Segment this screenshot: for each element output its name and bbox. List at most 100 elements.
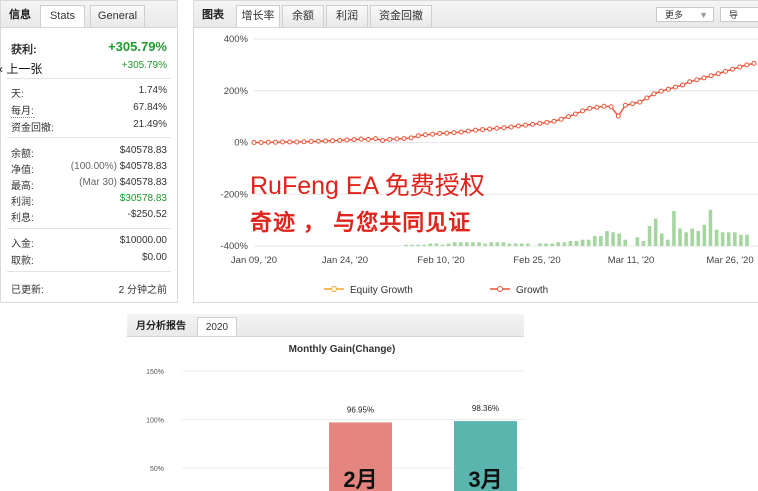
drawdown-bar <box>684 232 688 246</box>
drawdown-bar <box>483 243 487 246</box>
growth-point <box>394 136 400 142</box>
drawdown-bar <box>465 242 469 246</box>
growth-point <box>687 79 693 85</box>
growth-point <box>630 101 636 107</box>
growth-point <box>258 140 264 145</box>
growth-point <box>494 125 500 131</box>
growth-point <box>465 128 471 134</box>
stats-tabbar: 信息 Stats General <box>1 1 177 28</box>
growth-point <box>744 62 750 68</box>
tab-year-2020[interactable]: 2020 <box>197 317 237 336</box>
drawdown-bar <box>605 231 609 246</box>
legend-growth-marker <box>497 286 503 292</box>
drawdown-bar <box>623 239 628 246</box>
growth-point <box>701 75 707 81</box>
stat-row: 每月: 67.84% <box>1 102 179 118</box>
drawdown-bar <box>726 232 731 246</box>
stat-label: 每月: <box>11 102 34 118</box>
growth-point <box>694 77 700 83</box>
growth-point <box>301 139 307 145</box>
growth-point <box>415 133 421 139</box>
drawdown-bar <box>513 243 518 246</box>
growth-point <box>408 135 414 141</box>
high-label: 最高: <box>11 181 34 192</box>
growth-point <box>372 136 378 142</box>
drawdown-bar <box>501 242 506 246</box>
equity-label: 净值: <box>11 165 34 176</box>
bar-category-label: 2月 <box>343 467 377 491</box>
growth-point <box>580 108 586 114</box>
watermark-text-line2: 奇迹 ， 与您共同见证 <box>250 210 472 235</box>
growth-point <box>451 130 457 136</box>
interest-label: 利息: <box>11 213 34 224</box>
growth-point <box>358 136 364 142</box>
growth-point <box>330 138 336 144</box>
legend-equity-label[interactable]: Equity Growth <box>350 285 413 296</box>
withdrawal-label: 取款: <box>11 256 34 267</box>
profit-value: +305.79% <box>108 39 167 54</box>
equity-value: $40578.83 <box>119 161 167 172</box>
divider <box>7 137 171 138</box>
updated-value: 2 分钟之前 <box>118 285 167 296</box>
drawdown-bar <box>641 241 646 246</box>
growth-point <box>737 64 743 70</box>
tab-general[interactable]: General <box>90 5 145 27</box>
prev-link[interactable]: ‹ 上一张 <box>0 60 42 77</box>
drawdown-bar <box>617 233 621 246</box>
drawdown-bar <box>580 239 585 246</box>
drawdown-bar <box>404 244 408 246</box>
monthly-tabbar: 月分析报告 2020 <box>127 314 524 337</box>
growth-point <box>422 132 428 138</box>
y-tick-label: 200% <box>224 86 249 97</box>
y-tick-label: -400% <box>221 241 249 252</box>
drawdown-bar <box>446 243 451 246</box>
bar-value-label: 98.36% <box>472 404 499 413</box>
tab-info[interactable]: 信息 <box>5 5 35 27</box>
stat-label: 天: <box>11 89 24 100</box>
drawdown-bar <box>440 244 445 246</box>
growth-point <box>658 88 664 94</box>
stats-panel: 信息 Stats General 获利: +305.79% ‹ 上一张 +305… <box>0 0 178 303</box>
high-row: 最高: (Mar 30) $40578.83 <box>1 177 179 192</box>
high-note: (Mar 30) <box>79 177 117 188</box>
monthly-title: 月分析报告 <box>136 321 186 332</box>
stat-row: 资金回撤: 21.49% <box>1 119 179 134</box>
drawdown-bar <box>586 239 591 246</box>
growth-point <box>608 104 614 110</box>
profit-label: 获利: <box>11 44 37 56</box>
drawdown-bar <box>702 224 707 246</box>
drawdown-bar <box>647 226 652 246</box>
legend-equity-marker <box>331 286 337 292</box>
growth-point <box>680 82 686 88</box>
growth-point <box>380 137 386 143</box>
growth-point <box>508 124 514 130</box>
growth-point <box>730 66 736 72</box>
divider <box>7 271 171 272</box>
legend-growth-label[interactable]: Growth <box>516 285 548 296</box>
growth-point <box>544 119 550 125</box>
growth-point <box>322 138 328 144</box>
growth-point <box>501 125 507 131</box>
drawdown-bar <box>562 242 567 246</box>
y-tick-label: 400% <box>224 34 249 45</box>
growth-point <box>251 140 257 145</box>
growth-point <box>522 122 528 128</box>
growth-point <box>651 91 657 97</box>
growth-point <box>272 139 278 145</box>
growth-point <box>565 114 571 120</box>
drawdown-bar <box>733 232 737 246</box>
profit-amount-row: 利润: $30578.83 <box>1 193 179 208</box>
growth-point <box>715 71 721 77</box>
growth-point <box>344 137 350 143</box>
growth-point <box>672 84 678 90</box>
growth-point <box>551 118 557 124</box>
withdrawal-row: 取款: $0.00 <box>1 252 179 267</box>
drawdown-bar <box>690 228 694 246</box>
tab-stats[interactable]: Stats <box>40 5 85 27</box>
y-tick-label: 100% <box>146 418 164 425</box>
stat-label: 资金回撤: <box>11 123 54 134</box>
bar-value-label: 96.95% <box>347 405 374 414</box>
updated-row: 已更新: 2 分钟之前 <box>1 281 179 296</box>
x-tick-label: Mar 11, '20 <box>608 255 655 266</box>
monthly-chart-title: Monthly Gain(Change) <box>289 344 396 355</box>
